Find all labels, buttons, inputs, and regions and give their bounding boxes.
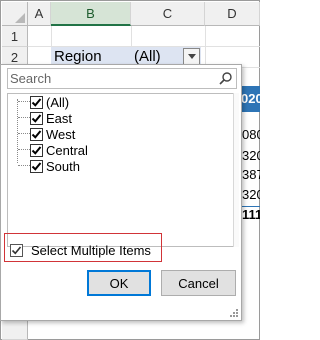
- select-multiple-label: Select Multiple Items: [31, 243, 151, 258]
- checkbox-checked[interactable]: [30, 111, 43, 125]
- filter-item-label: West: [46, 126, 76, 142]
- filter-item-central[interactable]: Central: [30, 142, 88, 158]
- gridline: [131, 26, 132, 47]
- filter-dropdown-icon: [187, 54, 196, 59]
- search-icon: [219, 72, 232, 85]
- pivot-grand-total: 111: [241, 206, 260, 226]
- row-header-1[interactable]: 1: [2, 26, 28, 47]
- pivot-value: 387: [242, 167, 260, 182]
- column-header-c[interactable]: C: [131, 2, 205, 26]
- pivot-column-header: 020: [241, 86, 260, 112]
- checkbox-checked[interactable]: [30, 143, 43, 157]
- filter-item-label: South: [46, 158, 80, 174]
- cancel-button[interactable]: Cancel: [161, 270, 236, 296]
- select-multiple-checkbox[interactable]: [10, 244, 23, 257]
- filter-dropdown-panel: Search (All) East West Central South Sel…: [0, 64, 242, 321]
- filter-item-all[interactable]: (All): [30, 94, 69, 110]
- column-header-b[interactable]: B: [51, 2, 131, 26]
- ok-button[interactable]: OK: [87, 270, 151, 296]
- resize-grip-icon[interactable]: [229, 308, 239, 318]
- check-icon: [11, 246, 22, 255]
- search-input[interactable]: Search: [7, 68, 237, 89]
- check-icon: [31, 113, 42, 123]
- column-header-a[interactable]: A: [28, 2, 51, 26]
- checkbox-checked[interactable]: [30, 95, 43, 109]
- tree-connector: [18, 133, 30, 134]
- cell-b2[interactable]: Region: [54, 48, 102, 65]
- tree-connector: [18, 101, 30, 102]
- check-icon: [31, 129, 42, 139]
- filter-item-list[interactable]: (All) East West Central South: [7, 93, 239, 247]
- filter-item-east[interactable]: East: [30, 110, 72, 126]
- pivot-value: 320: [242, 148, 260, 163]
- tree-connector: [18, 149, 30, 150]
- select-all-corner[interactable]: [2, 2, 28, 26]
- filter-item-south[interactable]: South: [30, 158, 80, 174]
- filter-dropdown-button[interactable]: [183, 48, 200, 65]
- column-header-d[interactable]: D: [205, 2, 260, 26]
- tree-connector: [18, 117, 30, 118]
- filter-item-west[interactable]: West: [30, 126, 75, 142]
- select-multiple-items-option[interactable]: Select Multiple Items: [10, 243, 151, 258]
- filter-item-label: (All): [46, 94, 70, 110]
- checkbox-checked[interactable]: [30, 159, 43, 173]
- pivot-value: 080: [242, 127, 260, 142]
- gridline: [205, 26, 206, 68]
- filter-item-label: Central: [46, 142, 88, 158]
- check-icon: [31, 145, 42, 155]
- pivot-value: 320: [242, 187, 260, 202]
- cell-c2[interactable]: (All): [134, 48, 161, 65]
- filter-item-label: East: [46, 110, 73, 126]
- checkbox-checked[interactable]: [30, 127, 43, 141]
- check-icon: [31, 97, 42, 107]
- search-placeholder: Search: [10, 71, 52, 86]
- check-icon: [31, 161, 42, 171]
- list-scrollbar[interactable]: [233, 93, 239, 247]
- tree-connector: [17, 99, 18, 163]
- tree-connector: [18, 165, 30, 166]
